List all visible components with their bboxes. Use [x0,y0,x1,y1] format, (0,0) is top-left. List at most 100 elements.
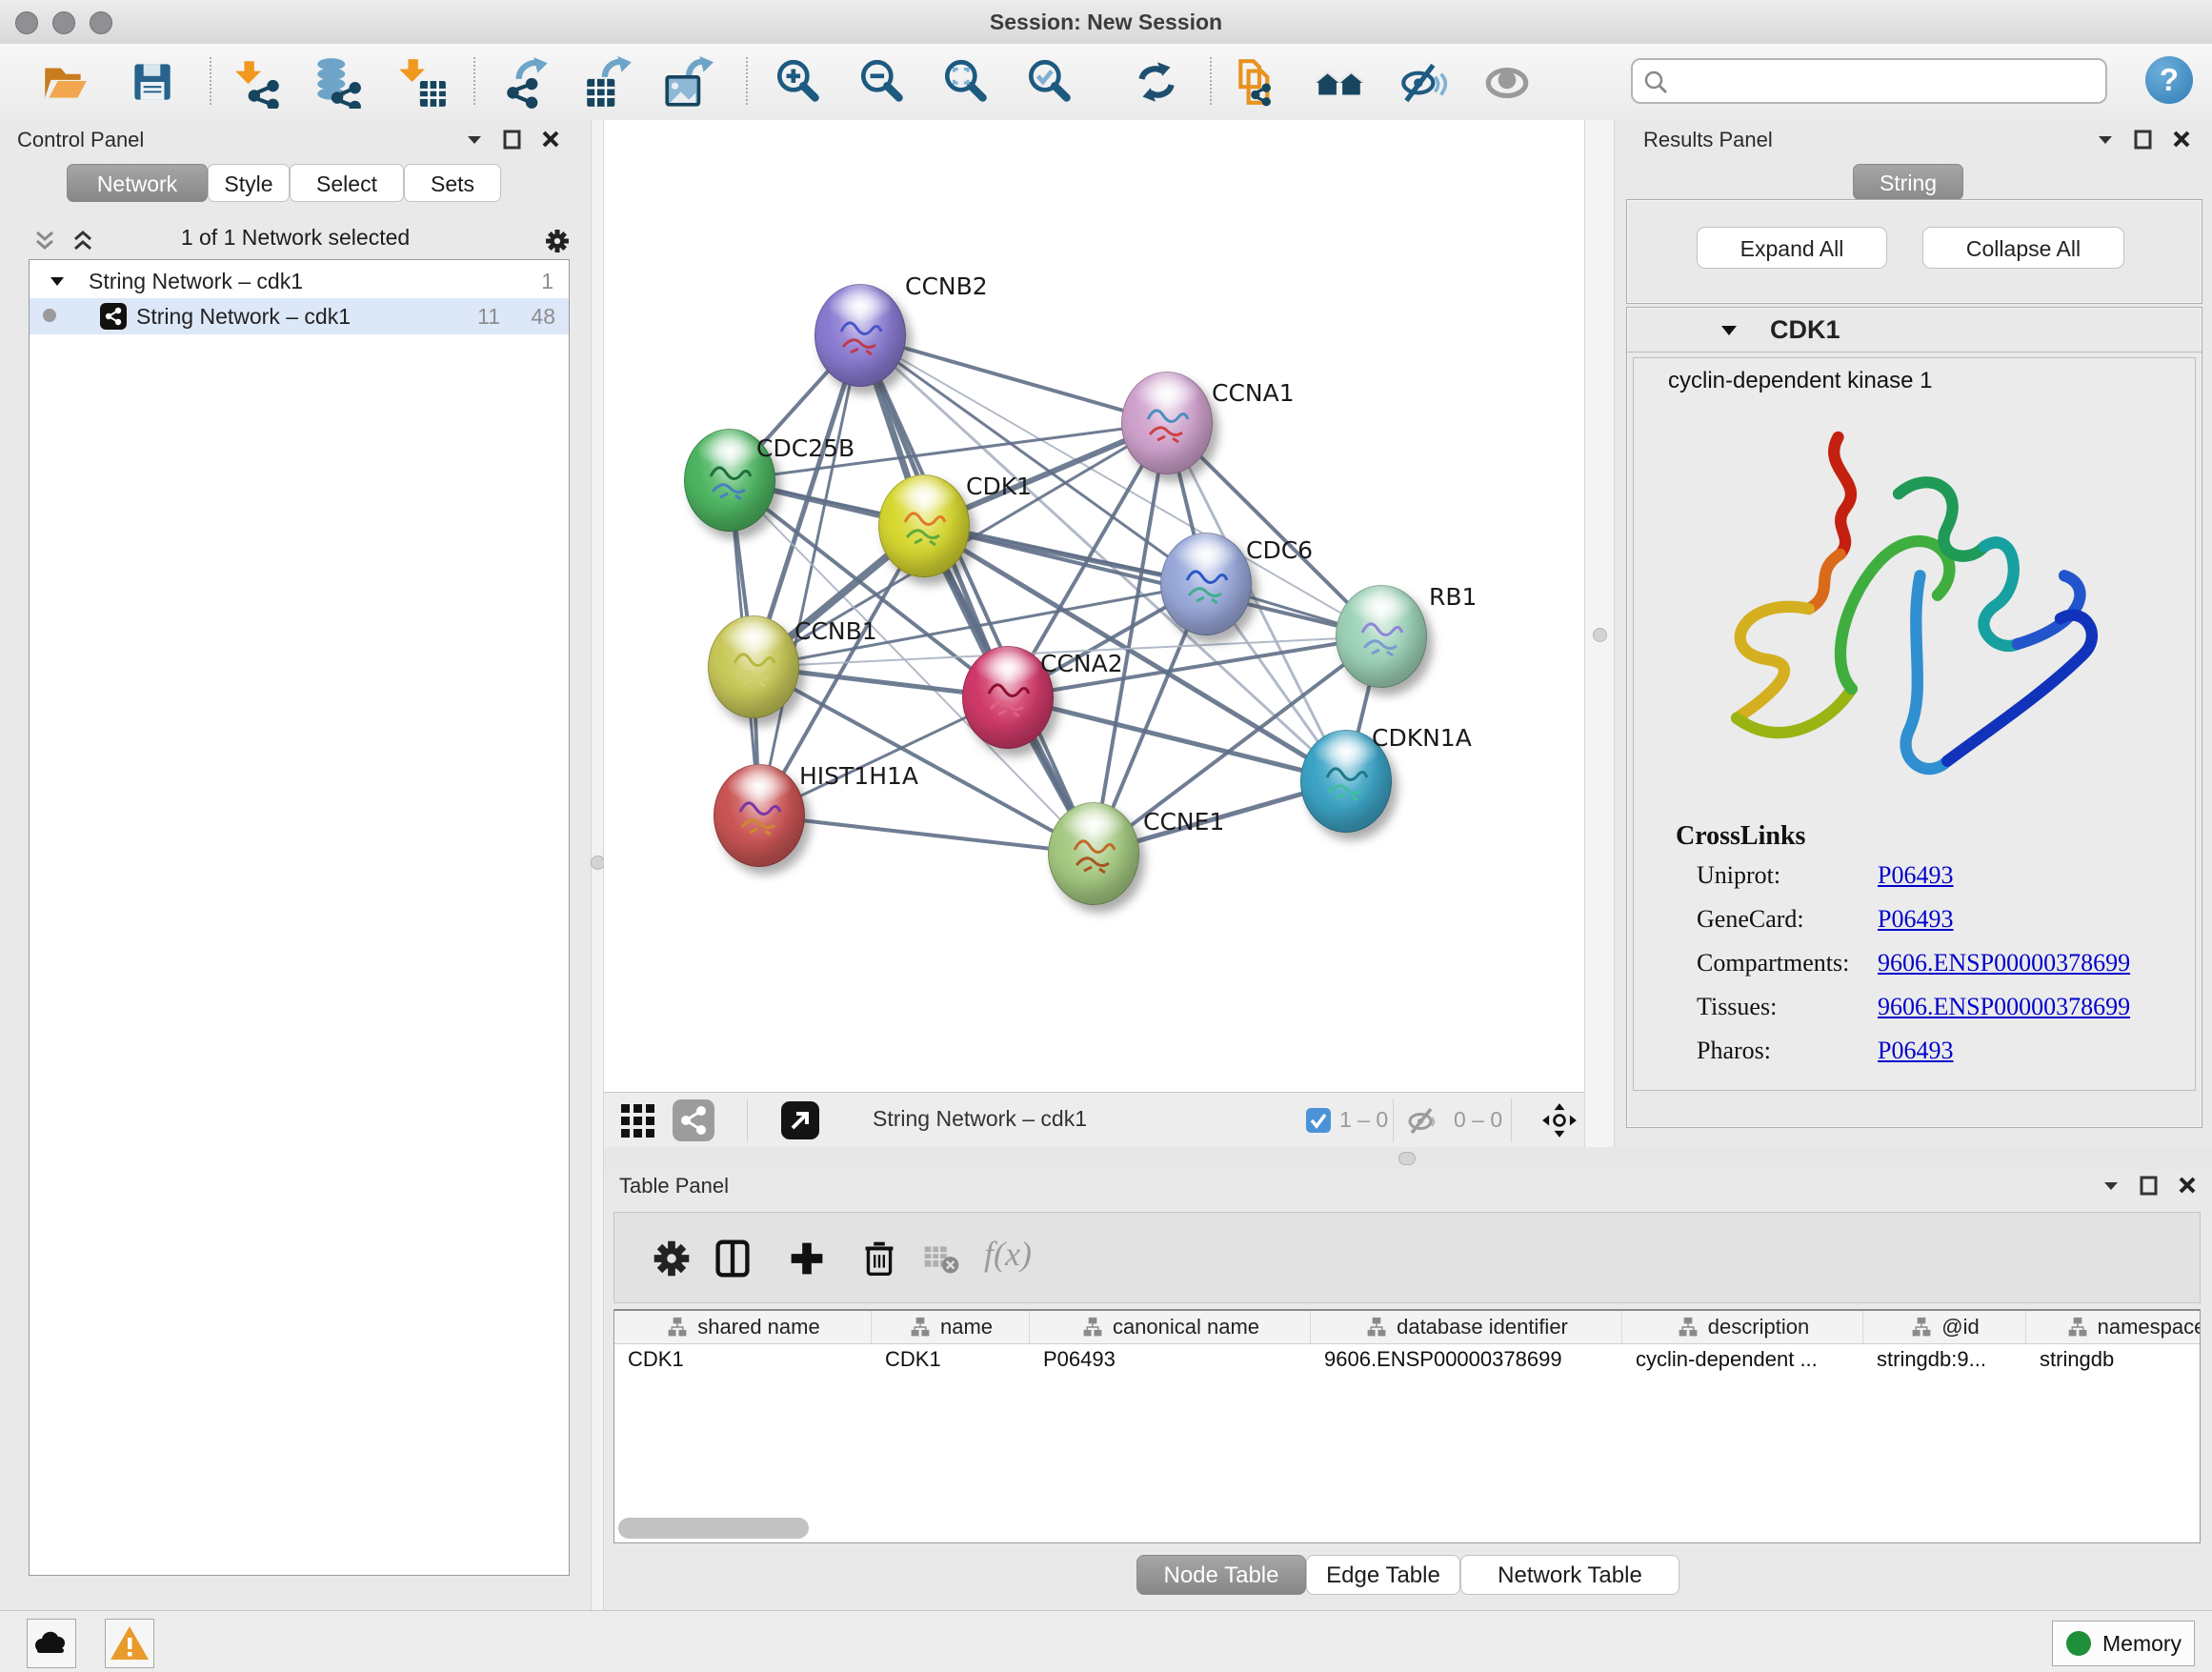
memory-label: Memory [2102,1631,2182,1657]
tab-node-table[interactable]: Node Table [1136,1555,1306,1595]
tab-string[interactable]: String [1853,164,1963,200]
network-node-CDK1[interactable] [878,474,970,577]
search-input[interactable] [1677,64,2100,100]
table-cell[interactable]: stringdb:9... [1863,1343,2026,1376]
network-node-CCNA1[interactable] [1121,372,1213,474]
table-cell[interactable]: 9606.ENSP00000378699 [1311,1343,1622,1376]
open-in-window-icon[interactable] [781,1101,819,1139]
network-collection-row[interactable]: String Network – cdk1 1 [30,266,569,298]
memory-button[interactable]: Memory [2052,1621,2195,1666]
scrollbar-thumb[interactable] [618,1518,809,1539]
column-header-namespace[interactable]: namespace [2026,1311,2201,1343]
table-cell[interactable]: cyclin-dependent ... [1622,1343,1863,1376]
section-caret-icon[interactable] [1718,319,1740,342]
crosslink-link[interactable]: 9606.ENSP00000378699 [1878,949,2130,977]
birds-eye-grid-icon[interactable] [619,1100,659,1140]
show-results-eye-icon[interactable] [1480,55,1534,109]
column-header-shared-name[interactable]: shared name [614,1311,872,1343]
panel-close-icon[interactable] [539,128,562,151]
panel-collapse-icon[interactable] [2094,128,2117,151]
column-header-name[interactable]: name [872,1311,1030,1343]
panel-float-icon[interactable] [501,128,524,151]
export-table-icon[interactable] [581,55,634,109]
share-network-icon[interactable] [673,1099,714,1141]
crosslink-link[interactable]: P06493 [1878,905,1953,934]
crosslink-row: GeneCard:P06493 [1634,905,2195,949]
export-network-icon[interactable] [501,55,554,109]
import-table-icon[interactable] [396,55,450,109]
clear-table-icon[interactable] [917,1234,967,1283]
footer-network-name: String Network – cdk1 [873,1106,1087,1132]
network-node-CCNB2[interactable] [814,284,906,387]
tab-edge-table[interactable]: Edge Table [1306,1555,1460,1595]
network-canvas[interactable]: CCNB2CCNA1CDC25BCDK1CDC6RB1CCNB1CCNA2CDK… [604,120,1584,1092]
network-node-HIST1H1A[interactable] [714,764,805,867]
panel-divider[interactable] [1584,120,1615,1147]
network-node-CCNE1[interactable] [1048,802,1139,905]
refresh-icon[interactable] [1130,55,1183,109]
help-icon[interactable]: ? [2145,56,2193,104]
tab-network[interactable]: Network [67,164,208,202]
export-image-icon[interactable] [661,55,714,109]
save-session-icon[interactable] [126,55,179,109]
zoom-out-icon[interactable] [855,55,909,109]
table-cell[interactable]: stringdb [2026,1343,2201,1376]
crosslink-link[interactable]: 9606.ENSP00000378699 [1878,993,2130,1021]
tab-sets[interactable]: Sets [404,164,501,202]
hide-results-eye-icon[interactable] [1397,55,1450,109]
zoom-fit-icon[interactable] [939,55,993,109]
column-header-canonical-name[interactable]: canonical name [1030,1311,1311,1343]
panel-divider[interactable] [591,120,604,1610]
divider-handle[interactable] [1398,1152,1416,1165]
show-columns-icon[interactable] [708,1234,757,1283]
network-node-RB1[interactable] [1336,585,1427,688]
warning-status-button[interactable] [105,1619,154,1668]
network-row-selected[interactable]: String Network – cdk1 11 48 [30,298,569,334]
panel-float-icon[interactable] [2138,1174,2161,1197]
tab-network-table[interactable]: Network Table [1460,1555,1679,1595]
panel-collapse-icon[interactable] [2100,1174,2122,1197]
crosslink-link[interactable]: P06493 [1878,861,1953,890]
pan-crosshair-icon[interactable] [1539,1100,1579,1140]
table-cell[interactable]: CDK1 [614,1343,872,1376]
tab-select[interactable]: Select [290,164,404,202]
network-node-CDC6[interactable] [1160,533,1252,635]
tab-style[interactable]: Style [208,164,290,202]
function-builder-icon[interactable]: f(x) [984,1234,1032,1274]
expand-all-button[interactable]: Expand All [1697,227,1887,269]
protein-detail-card: cyclin-dependent kinase 1 CrossLinks Uni… [1633,357,2196,1091]
tree-caret-icon[interactable] [47,272,68,292]
protein-section-header[interactable]: CDK1 [1627,308,2202,353]
panel-collapse-icon[interactable] [463,128,486,151]
create-column-plus-icon[interactable] [782,1234,832,1283]
import-network-icon[interactable] [232,55,286,109]
toolbar-search-field[interactable] [1631,58,2107,104]
selected-checkbox-icon[interactable] [1306,1108,1331,1133]
table-row[interactable]: CDK1CDK1P064939606.ENSP00000378699cyclin… [614,1343,2200,1376]
zoom-selected-icon[interactable] [1023,55,1076,109]
divider-handle[interactable] [1593,628,1607,642]
table-cell[interactable]: P06493 [1030,1343,1311,1376]
panel-close-icon[interactable] [2176,1174,2199,1197]
column-header--id[interactable]: @id [1863,1311,2026,1343]
import-network-from-database-icon[interactable] [311,55,364,109]
table-settings-gear-icon[interactable] [647,1234,696,1283]
home-icon[interactable] [1313,55,1366,109]
cloud-status-button[interactable] [27,1619,76,1668]
horizontal-divider[interactable] [604,1147,2212,1170]
gear-icon[interactable] [541,225,564,248]
string-document-icon[interactable] [1233,55,1286,109]
panel-close-icon[interactable] [2170,128,2193,151]
collapse-all-button[interactable]: Collapse All [1922,227,2124,269]
network-node-CCNB1[interactable] [708,615,799,718]
table-cell[interactable]: CDK1 [872,1343,1030,1376]
table-h-scrollbar[interactable] [618,1518,2196,1539]
column-header-database-identifier[interactable]: database identifier [1311,1311,1622,1343]
divider-handle[interactable] [591,856,605,870]
zoom-in-icon[interactable] [772,55,825,109]
column-header-description[interactable]: description [1622,1311,1863,1343]
panel-float-icon[interactable] [2132,128,2155,151]
crosslink-link[interactable]: P06493 [1878,1037,1953,1065]
open-session-icon[interactable] [38,55,91,109]
delete-column-trash-icon[interactable] [855,1234,904,1283]
